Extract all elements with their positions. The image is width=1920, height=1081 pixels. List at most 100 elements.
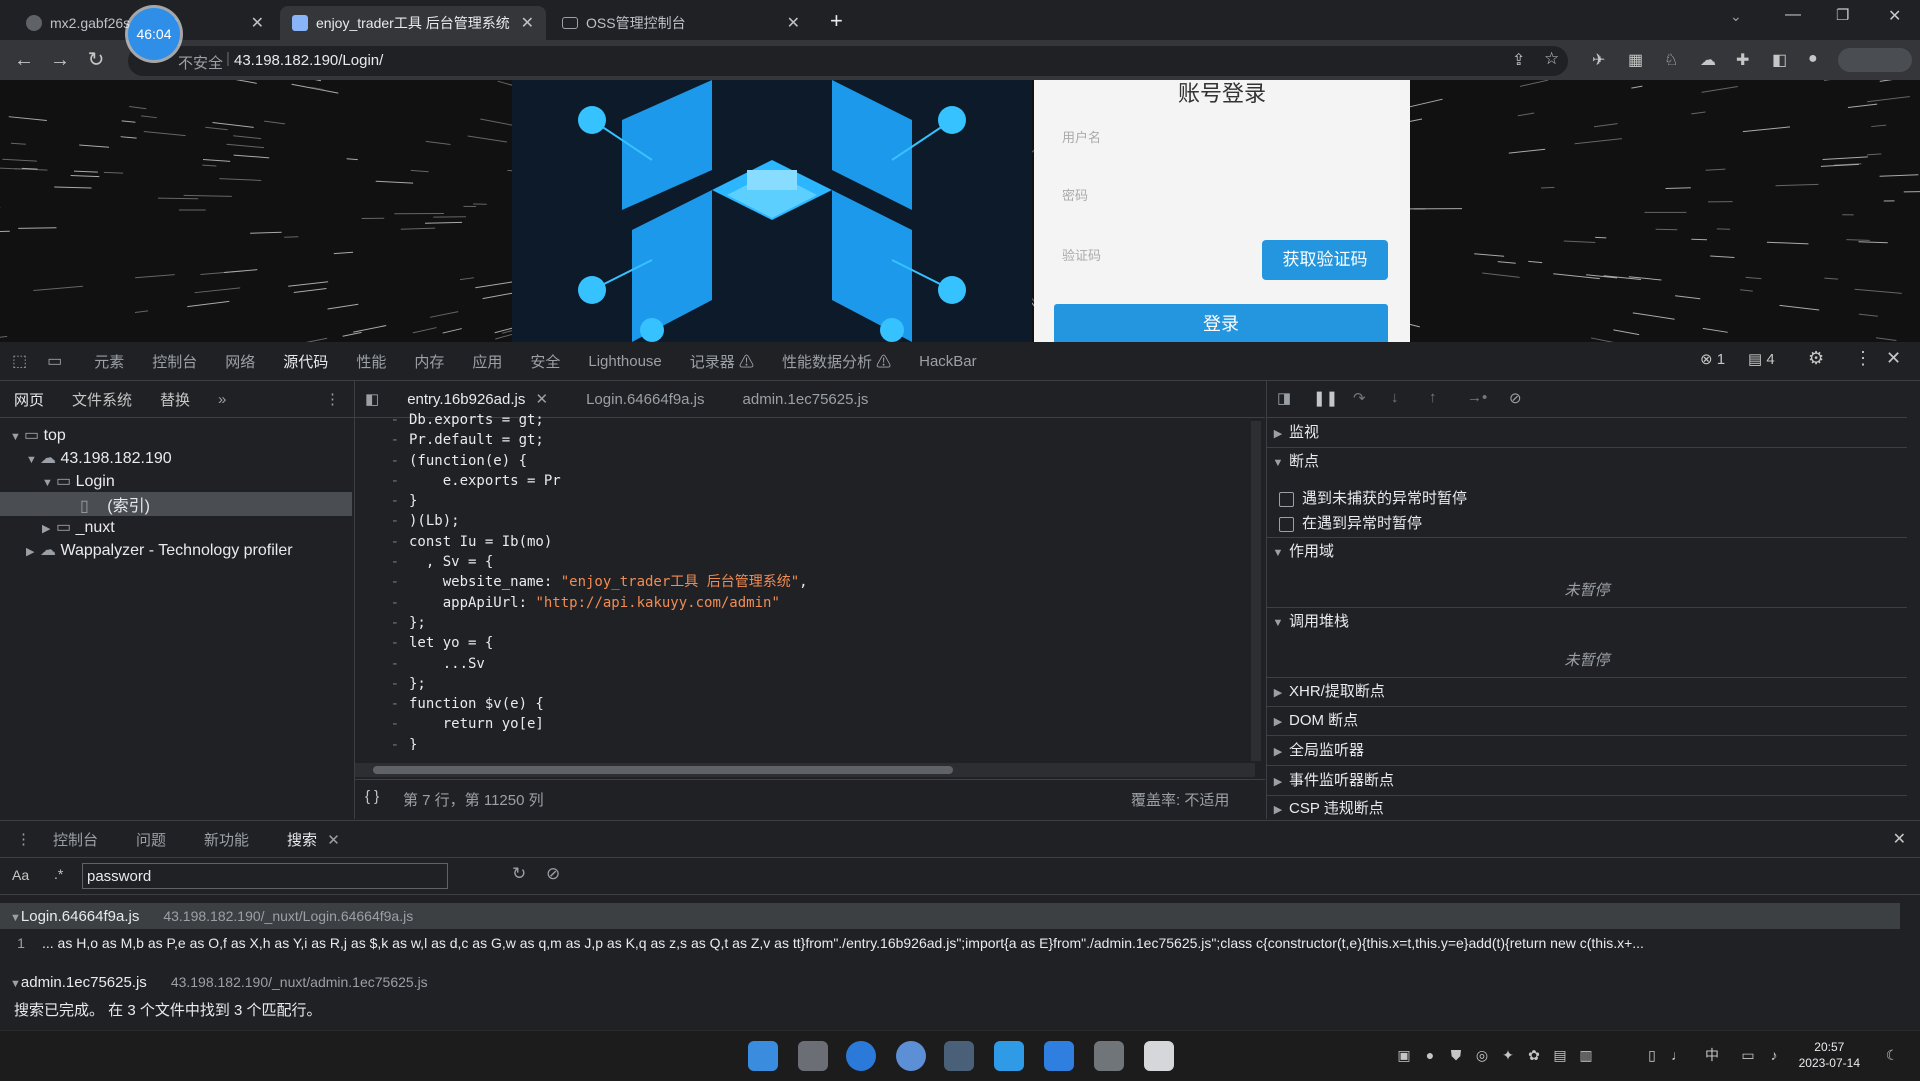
tree-item-wappalyzer[interactable]: ▶☁ Wappalyzer - Technology profiler (26, 540, 293, 560)
tree-item-nuxt-folder[interactable]: ▶▭ _nuxt (42, 517, 115, 537)
file-explorer-icon[interactable] (798, 1041, 828, 1071)
devtools-tab[interactable]: Lighthouse (588, 353, 661, 370)
code-line[interactable]: -function $v(e) { (355, 694, 1255, 714)
more-tabs-chevron-icon[interactable]: » (218, 391, 226, 408)
steam-icon[interactable] (944, 1041, 974, 1071)
step-icon[interactable]: →• (1467, 389, 1487, 406)
pause-uncaught-checkbox[interactable]: 遇到未捕获的异常时暂停 (1279, 487, 1467, 508)
tray-app-icon[interactable]: ▣ (1396, 1047, 1412, 1063)
file-tab-admin[interactable]: admin.1ec75625.js (743, 391, 869, 408)
browser-tab-2[interactable]: enjoy_trader工具 后台管理系统 ✕ (280, 6, 546, 40)
network-icon[interactable]: ▭ (1740, 1047, 1756, 1063)
side-panel-icon[interactable]: ◧ (1772, 50, 1787, 70)
code-line[interactable]: -Db.exports = gt; (355, 410, 1255, 430)
drawer-close-icon[interactable]: ✕ (1893, 829, 1906, 849)
coverage-status[interactable]: 覆盖率: 不适用 (1131, 789, 1229, 810)
device-toolbar-icon[interactable]: ▭ (47, 351, 62, 371)
tab-search-icon[interactable]: ⌄ (1730, 8, 1742, 25)
pretty-print-icon[interactable]: { } (365, 788, 379, 805)
section-csp-breakpoints[interactable]: ▶CSP 违规断点 (1267, 795, 1907, 817)
code-line[interactable]: - website_name: "enjoy_trader工具 后台管理系统", (355, 572, 1255, 592)
tray-app-icon[interactable]: ▤ (1552, 1047, 1568, 1063)
tray-app-icon[interactable]: ▥ (1578, 1047, 1594, 1063)
navigator-menu-icon[interactable]: ⋮ (325, 390, 340, 408)
window-close-icon[interactable]: ✕ (1888, 6, 1901, 26)
code-line[interactable]: -let yo = { (355, 633, 1255, 653)
tray-shield-icon[interactable]: ⛊ (1448, 1047, 1464, 1063)
deactivate-breakpoints-icon[interactable]: ⊘ (1509, 389, 1522, 407)
section-breakpoints[interactable]: ▼断点 (1267, 448, 1907, 476)
app-icon[interactable] (1144, 1041, 1174, 1071)
file-tab-login[interactable]: Login.64664f9a.js (586, 391, 704, 408)
chrome-browser-icon[interactable] (896, 1041, 926, 1071)
search-input[interactable] (82, 863, 448, 889)
more-options-icon[interactable]: ⋮ (1854, 348, 1872, 369)
share-icon[interactable]: ⇪ (1512, 50, 1525, 70)
extensions-puzzle-icon[interactable]: ✚ (1736, 50, 1749, 70)
ime-indicator[interactable]: 中 (1704, 1047, 1720, 1063)
settings-gear-icon[interactable]: ⚙ (1808, 348, 1824, 369)
code-line[interactable]: -}; (355, 613, 1255, 633)
code-horizontal-scrollbar[interactable] (355, 763, 1255, 777)
code-line[interactable]: - e.exports = Pr (355, 471, 1255, 491)
section-event-listener-breakpoints[interactable]: ▶事件监听器断点 (1267, 767, 1907, 796)
close-icon[interactable]: ✕ (327, 832, 340, 849)
step-into-icon[interactable]: ↓ (1391, 389, 1399, 406)
devtools-tab[interactable]: 网络 (225, 351, 255, 372)
section-dom-breakpoints[interactable]: ▶DOM 断点 (1267, 707, 1907, 736)
extension-icon[interactable]: ✈ (1592, 50, 1605, 70)
section-xhr-breakpoints[interactable]: ▶XHR/提取断点 (1267, 677, 1907, 707)
devtools-tab[interactable]: 性能 (356, 351, 386, 372)
code-line[interactable]: - , Sv = { (355, 552, 1255, 572)
password-field[interactable]: 密码 (1062, 178, 1382, 214)
refresh-icon[interactable]: ↻ (512, 864, 526, 884)
notification-icon[interactable]: ☾ (1884, 1047, 1900, 1063)
close-icon[interactable]: ✕ (251, 13, 264, 33)
clear-icon[interactable]: ⊘ (546, 864, 560, 884)
microphone-icon[interactable]: ♩ (1670, 1047, 1686, 1063)
tray-app-icon[interactable]: ✦ (1500, 1047, 1516, 1063)
devtools-close-icon[interactable]: ✕ (1886, 348, 1901, 369)
devtools-tab[interactable]: 控制台 (152, 351, 197, 372)
step-out-icon[interactable]: ↑ (1429, 389, 1437, 406)
devtools-tab[interactable]: 内存 (414, 351, 444, 372)
toggle-debugger-icon[interactable]: ◨ (1277, 389, 1291, 407)
code-line[interactable]: -)(Lb); (355, 511, 1255, 531)
username-field[interactable]: 用户名 (1062, 120, 1382, 156)
back-icon[interactable]: ← (12, 48, 36, 72)
file-tab-entry[interactable]: entry.16b926ad.js ✕ (407, 390, 548, 408)
section-global-listeners[interactable]: ▶全局监听器 (1267, 737, 1907, 766)
browser-tab-3[interactable]: OSS管理控制台 ✕ (550, 6, 812, 40)
url-omnibox[interactable]: 不安全 | 43.198.182.190/Login/ ⇪ ☆ (128, 46, 1568, 76)
search-result-file[interactable]: ▼Login.64664f9a.js43.198.182.190/_nuxt/L… (0, 903, 1900, 929)
volume-icon[interactable]: ♪ (1766, 1047, 1782, 1063)
system-clock[interactable]: 20:57 2023-07-14 (1799, 1039, 1860, 1071)
code-line[interactable]: - ...Sv (355, 654, 1255, 674)
devtools-tab[interactable]: 应用 (472, 351, 502, 372)
code-line[interactable]: -} (355, 735, 1255, 750)
reload-icon[interactable]: ↻ (84, 48, 108, 72)
subtab-overrides[interactable]: 替换 (160, 389, 190, 410)
terminal-icon[interactable] (1094, 1041, 1124, 1071)
devtools-tab[interactable]: 记录器 ⚠ (690, 351, 754, 372)
section-watch[interactable]: ▶监视 (1267, 419, 1907, 448)
tree-item-top[interactable]: ▼▭ top (10, 425, 66, 445)
code-view[interactable]: -Db.exports = gt;-Pr.default = gt;-(func… (355, 410, 1255, 750)
search-result-file[interactable]: ▼admin.1ec75625.js43.198.182.190/_nuxt/a… (0, 969, 1900, 995)
code-line[interactable]: -const Iu = Ib(mo) (355, 532, 1255, 552)
subtab-filesystem[interactable]: 文件系统 (72, 389, 132, 410)
section-call-stack[interactable]: ▼调用堆栈 (1267, 607, 1907, 636)
search-result-line[interactable]: 1... as H,o as M,b as P,e as O,f as X,h … (0, 929, 1900, 957)
forward-icon[interactable]: → (48, 48, 72, 72)
message-badge[interactable]: ▤ 4 (1748, 350, 1775, 368)
restore-icon[interactable]: ❐ (1836, 6, 1849, 24)
code-line[interactable]: -}; (355, 674, 1255, 694)
drawer-tab-search[interactable]: 搜索 ✕ (287, 829, 340, 850)
start-button-icon[interactable] (748, 1041, 778, 1071)
code-line[interactable]: - appApiUrl: "http://api.kakuyy.com/admi… (355, 593, 1255, 613)
section-scope[interactable]: ▼作用域 (1267, 537, 1907, 566)
code-line[interactable]: -(function(e) { (355, 451, 1255, 471)
edge-browser-icon[interactable] (846, 1041, 876, 1071)
minimize-icon[interactable]: — (1785, 6, 1801, 24)
tray-app-icon[interactable]: ✿ (1526, 1047, 1542, 1063)
